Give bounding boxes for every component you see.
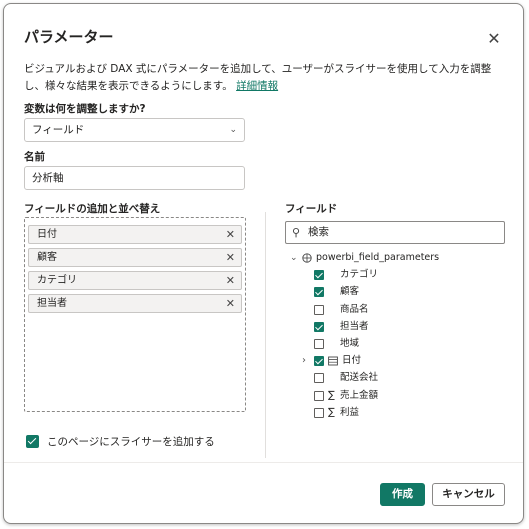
create-button[interactable]: 作成	[380, 483, 425, 506]
search-icon: ⚲	[292, 226, 301, 239]
close-icon[interactable]: ✕	[483, 28, 505, 50]
variable-label: 変数は何を調整しますか?	[24, 103, 146, 115]
details-link[interactable]: 詳細情報	[236, 80, 278, 92]
variable-select-value: フィールド	[32, 124, 85, 136]
field-name: 商品名	[340, 304, 369, 315]
field-checkbox[interactable]	[314, 373, 324, 383]
field-chip[interactable]: 顧客 ✕	[28, 248, 242, 267]
remove-icon[interactable]: ✕	[226, 295, 235, 312]
calendar-table-icon	[328, 356, 338, 366]
selected-fields-label: フィールドの追加と並べ替え	[24, 203, 161, 215]
field-chip-label: 日付	[37, 229, 57, 240]
checkbox-checked-icon[interactable]	[26, 435, 39, 448]
sigma-icon: ∑	[328, 390, 335, 401]
field-name: 配送会社	[340, 372, 379, 383]
chevron-right-icon[interactable]: ›	[302, 353, 306, 369]
field-chip-label: 担当者	[37, 298, 67, 309]
sigma-icon: ∑	[328, 407, 335, 418]
dialog-title: パラメーター	[24, 28, 114, 46]
field-name: 顧客	[340, 286, 360, 297]
selected-fields-drop-zone[interactable]: 日付 ✕ 顧客 ✕ カテゴリ ✕ 担当者 ✕	[24, 217, 246, 412]
fields-search-input[interactable]: ⚲ 検索	[285, 221, 505, 244]
table-icon	[302, 253, 312, 263]
field-checkbox[interactable]	[314, 356, 324, 366]
field-name: カテゴリ	[340, 269, 379, 280]
remove-icon[interactable]: ✕	[226, 226, 235, 243]
field-name: 地域	[340, 338, 360, 349]
variable-select[interactable]: フィールド ⌄	[24, 118, 245, 142]
field-checkbox[interactable]	[314, 270, 324, 280]
field-checkbox[interactable]	[314, 408, 324, 418]
name-input[interactable]: 分析軸	[24, 166, 245, 190]
fields-panel-label: フィールド	[285, 203, 338, 215]
cancel-button[interactable]: キャンセル	[432, 483, 505, 506]
field-checkbox[interactable]	[314, 287, 324, 297]
panel-divider	[265, 212, 266, 458]
dialog-description: ビジュアルおよび DAX 式にパラメーターを追加して、ユーザーがスライサーを使用…	[24, 61, 504, 95]
field-name: 利益	[340, 407, 360, 418]
field-checkbox[interactable]	[314, 322, 324, 332]
field-chip-label: カテゴリ	[37, 275, 77, 286]
chevron-down-icon: ⌄	[229, 125, 237, 135]
name-input-value: 分析軸	[32, 172, 64, 184]
search-placeholder: 検索	[308, 226, 329, 238]
field-chip[interactable]: カテゴリ ✕	[28, 271, 242, 290]
field-chip-label: 顧客	[37, 252, 57, 263]
field-checkbox[interactable]	[314, 339, 324, 349]
field-name: 担当者	[340, 321, 369, 332]
add-slicer-label: このページにスライサーを追加する	[47, 436, 215, 448]
field-name: 売上金額	[340, 390, 379, 401]
remove-icon[interactable]: ✕	[226, 249, 235, 266]
field-checkbox[interactable]	[314, 391, 324, 401]
chevron-down-icon[interactable]: ⌄	[290, 250, 298, 266]
parameter-dialog: パラメーター ✕ ビジュアルおよび DAX 式にパラメーターを追加して、ユーザー…	[3, 3, 524, 524]
field-checkbox[interactable]	[314, 305, 324, 315]
field-chip[interactable]: 担当者 ✕	[28, 294, 242, 313]
name-label: 名前	[24, 151, 45, 163]
field-name: 日付	[342, 355, 362, 366]
remove-icon[interactable]: ✕	[226, 272, 235, 289]
table-name: powerbi_field_parameters	[316, 252, 440, 263]
field-chip[interactable]: 日付 ✕	[28, 225, 242, 244]
footer-divider	[4, 462, 523, 463]
